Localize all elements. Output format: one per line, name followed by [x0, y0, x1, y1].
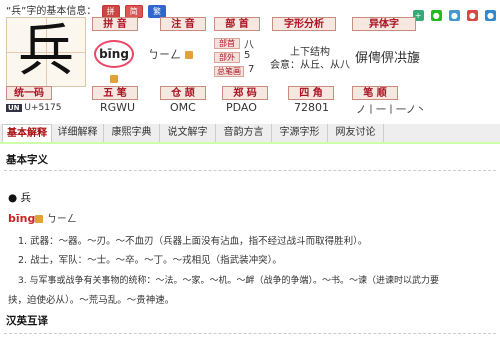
character-display: 兵: [6, 17, 86, 87]
definition-3: 3. 与军事或战争有关事物的统称：～法。～家。～机。～衅（战争的争端）。～书。～…: [18, 276, 439, 286]
character-glyph: 兵: [18, 19, 74, 84]
huiyi-value: 会意：从丘、从八: [270, 60, 350, 71]
share-bar: + ● ● ● ●: [411, 3, 496, 22]
definition-2: 2. 战士，军队：～士。～卒。～丁。～戎相见（指武装冲突）。: [18, 255, 282, 266]
yiti-label: 异体字: [352, 17, 416, 31]
pinyin-value[interactable]: bīng: [94, 40, 134, 83]
unicode-logo-icon: UN: [6, 104, 22, 112]
section-title: 基本字义: [6, 154, 48, 166]
unicode-value: UN U+5175: [6, 103, 61, 113]
detail-tab-bar: 基本解释 详细解释 康熙字典 说文解字 音韵方言 字源字形 网友讨论: [0, 124, 500, 144]
share-weibo-icon[interactable]: ●: [466, 10, 478, 21]
definition-1: 1. 武器：～器。～刃。～不血刃（兵器上面没有沾血，指不经过战斗而取得胜利）。: [18, 236, 368, 247]
bushou-tag: 部首: [214, 38, 240, 49]
share-blue-icon[interactable]: ●: [485, 10, 496, 21]
tongyi-label: 统一码: [6, 86, 52, 100]
speaker-icon[interactable]: [184, 51, 193, 59]
share-green-icon[interactable]: ●: [430, 10, 442, 21]
sijiao-value: 72801: [294, 101, 329, 114]
page-title-text: “兵”字的基本信息：: [6, 6, 97, 17]
page-title: “兵”字的基本信息： 拼 简 繁: [6, 2, 166, 18]
pinyin-label: 拼 音: [92, 17, 138, 31]
zixing-label: 字形分析: [272, 17, 336, 31]
entry-zhuyin: ㄅㄧㄥ: [46, 214, 77, 225]
tab-yinyun[interactable]: 音韵方言: [216, 124, 272, 142]
jianti-badge[interactable]: 简: [124, 4, 143, 18]
zhuyin-value: ㄅㄧㄥ: [148, 46, 193, 62]
speaker-icon[interactable]: [35, 215, 44, 223]
tab-shuowen[interactable]: 说文解字: [160, 124, 216, 142]
bubai-value: 5: [244, 50, 251, 61]
zhuyin-text: ㄅㄧㄥ: [148, 48, 181, 61]
bubai-tag: 部外: [214, 52, 240, 63]
unicode-text: U+5175: [24, 103, 62, 113]
bishun-value: ノ丨一丨一ノ丶: [356, 105, 426, 116]
zongbihua-value: 7: [248, 64, 255, 75]
divider: [4, 333, 496, 334]
bushou-value: 八: [244, 40, 254, 51]
pinyin-text: bīng: [99, 47, 129, 61]
definition-3-cont: 挟，迫使必从）。～荒马乱。～贵神速。: [8, 295, 175, 306]
tab-ziyuan[interactable]: 字源字形: [272, 124, 328, 142]
entry-pinyin: bīng: [8, 212, 36, 225]
entry-pronunciation: bīng ㄅㄧㄥ: [8, 210, 77, 225]
share-qq-icon[interactable]: ●: [448, 10, 460, 21]
tab-xiangxi[interactable]: 详细解释: [52, 124, 104, 142]
zongbihua-tag: 总笔画: [214, 66, 244, 77]
zhuyin-label: 注 音: [160, 17, 206, 31]
tab-wangyou[interactable]: 网友讨论: [328, 124, 384, 142]
section-hanying: 汉英互译: [6, 315, 48, 327]
cangjie-value: OMC: [170, 101, 196, 114]
wubi-label: 五 笔: [92, 86, 138, 100]
tab-kangxi[interactable]: 康熙字典: [104, 124, 160, 142]
fanti-badge[interactable]: 繁: [147, 4, 166, 18]
bishun-label: 笔 顺: [352, 86, 398, 100]
wubi-value: RGWU: [100, 101, 136, 114]
speaker-icon[interactable]: [110, 74, 118, 83]
entry-char: ● 兵: [8, 192, 31, 204]
yiti-value[interactable]: 偋俜㑭㓋㫏: [355, 47, 420, 66]
sijiao-label: 四 角: [288, 86, 334, 100]
divider: [4, 170, 496, 171]
bushou-label: 部 首: [214, 17, 260, 31]
cangjie-label: 仓 颉: [160, 86, 206, 100]
zhengma-value: PDAO: [226, 101, 257, 114]
zhengma-label: 郑 码: [222, 86, 268, 100]
tab-jiben[interactable]: 基本解释: [2, 124, 52, 142]
pinyin-badge[interactable]: 拼: [101, 4, 120, 18]
